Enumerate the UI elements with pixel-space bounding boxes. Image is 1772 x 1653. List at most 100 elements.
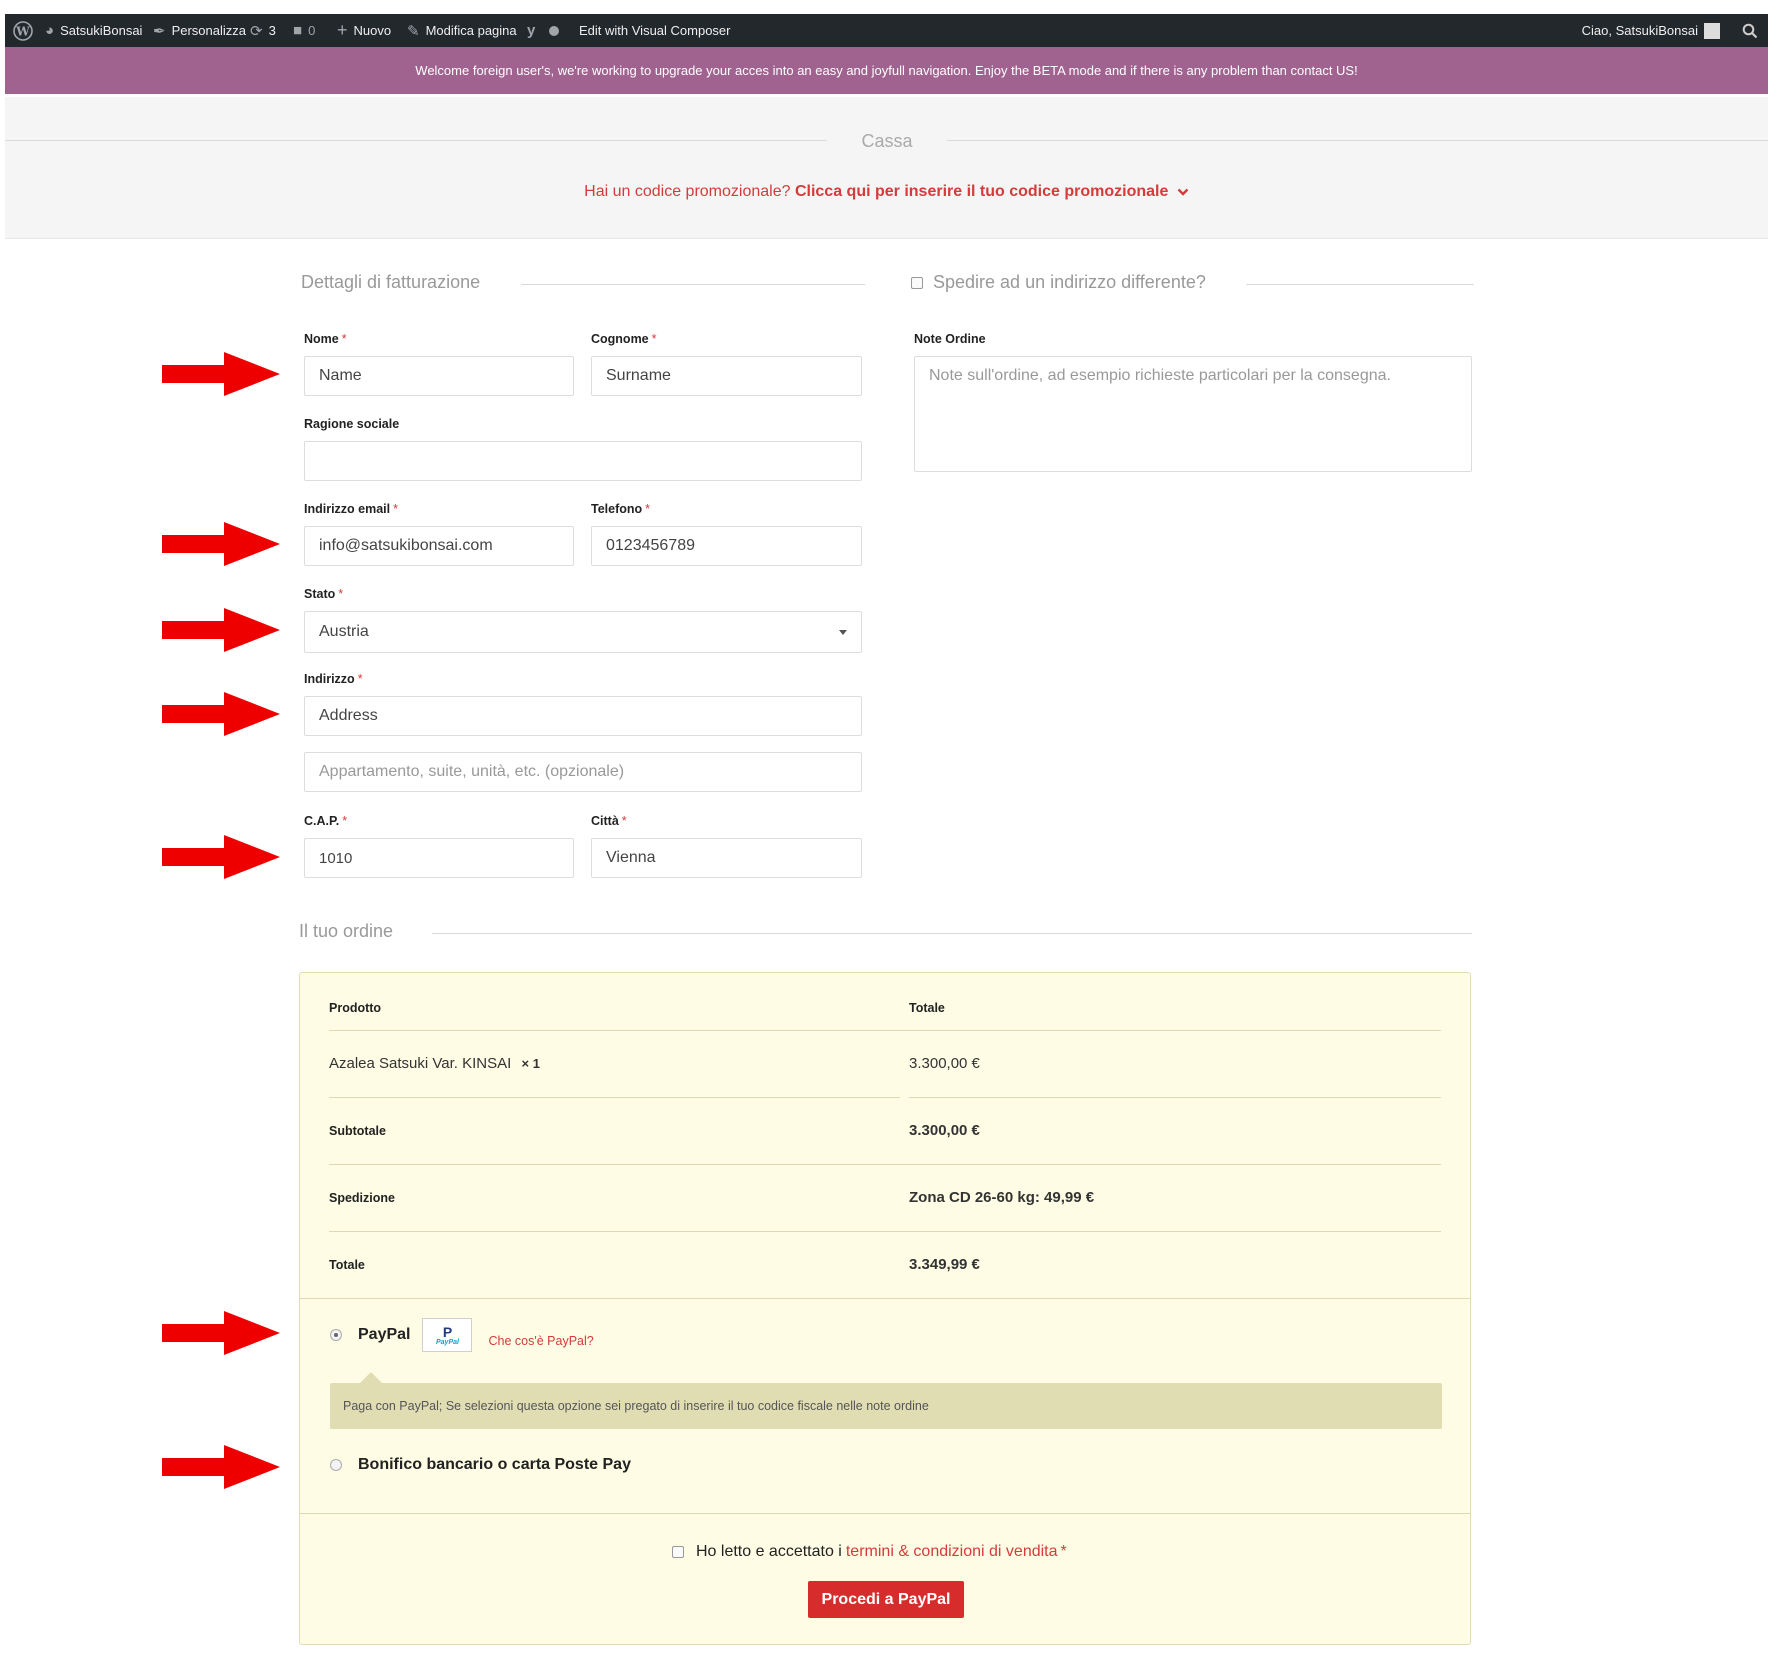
yoast-icon: y xyxy=(527,22,536,39)
svg-text:W: W xyxy=(15,24,30,38)
site-name: SatsukiBonsai xyxy=(60,23,143,38)
row-divider xyxy=(909,1097,1441,1098)
updates-icon: ⟳ xyxy=(250,22,263,40)
order-title: Il tuo ordine xyxy=(299,921,394,941)
column-header-product: Prodotto xyxy=(329,1001,382,1015)
admin-bar-new[interactable]: + Nuovo xyxy=(337,14,391,47)
shipping-value: Zona CD 26-60 kg: 49,99 € xyxy=(909,1189,1095,1206)
paypal-label: PayPal xyxy=(358,1326,411,1343)
country-label: Stato * xyxy=(304,587,344,601)
address2-input[interactable] xyxy=(304,752,862,792)
subtotal-label: Subtotale xyxy=(329,1124,386,1138)
postcode-label: C.A.P. * xyxy=(304,814,348,828)
shipping-divider xyxy=(1246,284,1474,285)
payment-option-bank[interactable]: Bonifico bancario o carta Poste Pay xyxy=(330,1456,631,1474)
billing-title: Dettagli di fatturazione xyxy=(301,272,481,292)
promo-question: Hai un codice promozionale? xyxy=(584,183,791,200)
product-name: Azalea Satsuki Var. KINSAI xyxy=(329,1055,512,1072)
chevron-down-icon xyxy=(1177,188,1189,196)
company-label: Ragione sociale xyxy=(304,417,400,431)
promo-link[interactable]: Clicca qui per inserire il tuo codice pr… xyxy=(795,183,1168,200)
terms-divider xyxy=(300,1513,1470,1514)
email-input[interactable] xyxy=(304,526,574,566)
phone-label: Telefono * xyxy=(591,502,651,516)
brush-icon: ✒ xyxy=(153,22,166,40)
admin-bar-customize[interactable]: ✒ Personalizza xyxy=(153,14,246,47)
phone-input[interactable] xyxy=(591,526,862,566)
admin-bar-account[interactable]: Ciao, SatsukiBonsai xyxy=(1582,14,1720,47)
red-arrow-icon xyxy=(162,352,280,396)
greeting: Ciao, SatsukiBonsai xyxy=(1581,23,1698,38)
city-label: Città * xyxy=(591,814,627,828)
paypal-description: Paga con PayPal; Se selezioni questa opz… xyxy=(330,1383,1442,1429)
ship-different-label: Spedire ad un indirizzo differente? xyxy=(933,272,1206,292)
shipping-label: Spedizione xyxy=(329,1191,395,1205)
pencil-icon: ✎ xyxy=(407,22,420,40)
postcode-input[interactable] xyxy=(304,838,574,878)
billing-divider xyxy=(521,284,865,285)
tooltip-arrow xyxy=(360,1372,382,1383)
page-header xyxy=(5,97,1768,239)
wordpress-logo-icon[interactable]: W xyxy=(13,14,33,47)
beta-notice: Welcome foreign user's, we're working to… xyxy=(5,47,1768,94)
column-header-total: Totale xyxy=(909,1001,945,1015)
plus-icon: + xyxy=(337,20,348,40)
company-input[interactable] xyxy=(304,441,862,481)
admin-bar-updates[interactable]: ⟳ 3 xyxy=(250,14,276,47)
paypal-info-link[interactable]: Che cos'è PayPal? xyxy=(488,1334,593,1348)
dashboard-icon: ◕ xyxy=(45,22,55,39)
order-divider xyxy=(432,933,1472,934)
search-icon[interactable] xyxy=(1742,14,1758,47)
payment-option-paypal[interactable]: PayPal P PayPal Che cos'è PayPal? xyxy=(330,1318,594,1352)
order-notes-textarea[interactable] xyxy=(914,356,1472,472)
paypal-radio[interactable] xyxy=(330,1329,342,1341)
status-dot-icon xyxy=(549,25,560,36)
admin-bar-comments[interactable]: ■ 0 xyxy=(293,14,315,47)
admin-bar-edit-page[interactable]: ✎ Modifica pagina xyxy=(407,14,517,47)
payment-divider xyxy=(300,1298,1470,1299)
product-qty: × 1 xyxy=(521,1056,540,1071)
product-total: 3.300,00 € xyxy=(909,1055,980,1072)
red-arrow-icon xyxy=(162,835,280,879)
row-divider xyxy=(329,1097,900,1098)
last-name-input[interactable] xyxy=(591,356,862,396)
first-name-label: Nome * xyxy=(304,332,347,346)
proceed-to-paypal-button[interactable]: Procedi a PayPal xyxy=(808,1581,964,1618)
subtotal-value: 3.300,00 € xyxy=(909,1122,980,1139)
red-arrow-icon xyxy=(162,608,280,652)
admin-bar: W ◕ SatsukiBonsai ✒ Personalizza ⟳ 3 ■ 0… xyxy=(5,14,1768,47)
total-label: Totale xyxy=(329,1258,365,1272)
promo-notice: Hai un codice promozionale? Clicca qui p… xyxy=(5,183,1768,201)
terms-row: Ho letto e accettato i termini & condizi… xyxy=(672,1543,1067,1561)
admin-bar-visual-composer[interactable]: Edit with Visual Composer xyxy=(579,14,731,47)
visual-composer-label: Edit with Visual Composer xyxy=(579,23,731,38)
admin-bar-site[interactable]: ◕ SatsukiBonsai xyxy=(45,14,142,47)
admin-bar-yoast[interactable]: y xyxy=(527,14,560,47)
terms-checkbox[interactable] xyxy=(672,1546,684,1558)
bank-label: Bonifico bancario o carta Poste Pay xyxy=(358,1456,631,1473)
page-title: Cassa xyxy=(861,131,913,151)
comments-count: 0 xyxy=(308,23,316,38)
total-value: 3.349,99 € xyxy=(909,1256,980,1273)
product-row: Azalea Satsuki Var. KINSAI × 1 xyxy=(329,1055,540,1072)
edit-page-label: Modifica pagina xyxy=(425,23,517,38)
caret-down-icon xyxy=(839,629,847,635)
title-divider-left xyxy=(5,140,827,141)
row-divider xyxy=(329,1164,1441,1165)
row-divider xyxy=(329,1030,1441,1031)
ship-different-checkbox[interactable] xyxy=(911,276,923,289)
address-input[interactable] xyxy=(304,696,862,736)
order-notes-label: Note Ordine xyxy=(914,332,986,346)
terms-prefix: Ho letto e accettato i xyxy=(696,1543,842,1560)
avatar xyxy=(1704,22,1720,39)
ship-different-toggle[interactable]: Spedire ad un indirizzo differente? xyxy=(911,272,1206,293)
city-input[interactable] xyxy=(591,838,862,878)
bank-radio[interactable] xyxy=(330,1459,342,1471)
email-label: Indirizzo email * xyxy=(304,502,399,516)
new-label: Nuovo xyxy=(353,23,392,38)
first-name-input[interactable] xyxy=(304,356,574,396)
address-label: Indirizzo * xyxy=(304,672,363,686)
last-name-label: Cognome * xyxy=(591,332,657,346)
terms-link[interactable]: termini & condizioni di vendita xyxy=(846,1543,1058,1561)
country-select[interactable]: Austria xyxy=(304,611,862,653)
